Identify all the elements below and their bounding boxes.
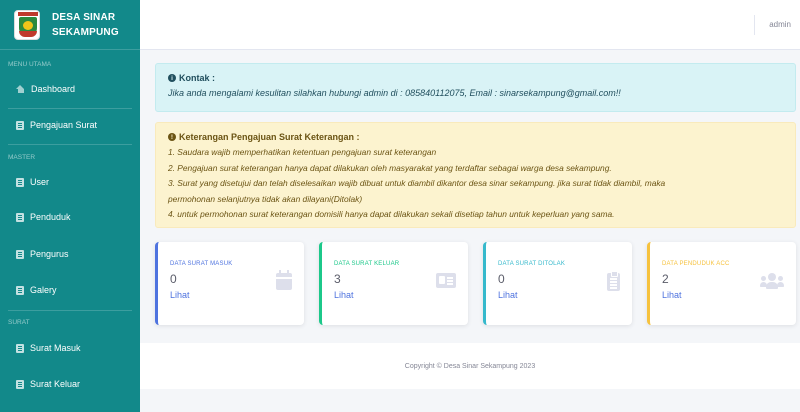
sidebar-divider bbox=[8, 144, 132, 145]
sidebar-item-label: Dashboard bbox=[31, 84, 76, 94]
contact-alert-title: i Kontak : bbox=[168, 73, 783, 83]
sidebar-item-pengajuan-surat[interactable]: Pengajuan Surat bbox=[0, 114, 140, 136]
sidebar-divider bbox=[8, 310, 132, 311]
sidebar: DESA SINAR SEKAMPUNG MENU UTAMA Dashboar… bbox=[0, 0, 140, 412]
sidebar-item-pengurus[interactable]: Pengurus bbox=[0, 243, 140, 265]
user-menu[interactable]: admin bbox=[769, 20, 791, 29]
topbar-divider bbox=[754, 15, 755, 35]
info-alert-line: 2. Pengajuan surat keterangan hanya dapa… bbox=[168, 162, 612, 173]
info-alert-line: permohonan selanjutnya tidak akan dilaya… bbox=[168, 193, 363, 204]
sidebar-item-label: Galery bbox=[30, 285, 57, 295]
sidebar-item-label: Surat Keluar bbox=[30, 379, 81, 389]
card-title: DATA SURAT KELUAR bbox=[334, 261, 400, 267]
sidebar-item-surat-keluar[interactable]: Surat Keluar bbox=[0, 373, 140, 395]
top-navbar: admin bbox=[140, 0, 800, 50]
sidebar-item-surat-masuk[interactable]: Surat Masuk bbox=[0, 337, 140, 359]
sidebar-item-label: User bbox=[30, 177, 50, 187]
card-surat-ditolak: DATA SURAT DITOLAK 0 Lihat bbox=[483, 242, 632, 325]
info-alert-line: 3. Surat yang disetujui dan telah disele… bbox=[168, 178, 666, 189]
info-circle-icon: i bbox=[168, 74, 176, 82]
home-icon bbox=[16, 85, 25, 93]
contact-alert-title-text: Kontak : bbox=[179, 73, 215, 83]
sidebar-item-user[interactable]: User bbox=[0, 171, 140, 193]
document-icon bbox=[16, 249, 24, 259]
footer: Copyright © Desa Sinar Sekampung 2023 bbox=[140, 343, 800, 389]
section-label-menu-utama: MENU UTAMA bbox=[8, 61, 52, 68]
card-title: DATA PENDUDUK ACC bbox=[662, 261, 730, 267]
card-penduduk-acc: DATA PENDUDUK ACC 2 Lihat bbox=[647, 242, 796, 325]
brand-name: DESA SINAR SEKAMPUNG bbox=[52, 10, 119, 40]
sidebar-item-label: Surat Masuk bbox=[30, 343, 81, 353]
card-view-link[interactable]: Lihat bbox=[334, 290, 354, 300]
sidebar-divider bbox=[8, 108, 132, 109]
info-alert: ! Keterangan Pengajuan Surat Keterangan … bbox=[155, 122, 796, 228]
copyright-text: Copyright © Desa Sinar Sekampung 2023 bbox=[404, 362, 536, 370]
village-logo-icon bbox=[14, 9, 40, 40]
sidebar-item-label: Pengurus bbox=[30, 249, 69, 259]
document-icon bbox=[16, 212, 24, 222]
info-alert-line: 4. untuk permohonan surat keterangan dom… bbox=[168, 209, 615, 220]
document-icon bbox=[16, 285, 24, 295]
sidebar-item-label: Pengajuan Surat bbox=[30, 120, 98, 130]
card-title: DATA SURAT MASUK bbox=[170, 261, 233, 267]
sidebar-item-galery[interactable]: Galery bbox=[0, 279, 140, 301]
card-surat-masuk: DATA SURAT MASUK 0 Lihat bbox=[155, 242, 304, 325]
section-label-surat: SURAT bbox=[8, 319, 30, 326]
document-icon bbox=[16, 379, 24, 389]
info-alert-title: ! Keterangan Pengajuan Surat Keterangan … bbox=[168, 132, 783, 142]
card-surat-keluar: DATA SURAT KELUAR 3 Lihat bbox=[319, 242, 468, 325]
card-view-link[interactable]: Lihat bbox=[662, 290, 682, 300]
contact-alert-body: Jika anda mengalami kesulitan silahkan h… bbox=[168, 88, 621, 98]
card-view-link[interactable]: Lihat bbox=[170, 290, 190, 300]
id-card-icon bbox=[436, 273, 456, 288]
document-icon bbox=[16, 177, 24, 187]
calendar-icon bbox=[276, 270, 292, 290]
card-view-link[interactable]: Lihat bbox=[498, 290, 518, 300]
exclamation-circle-icon: ! bbox=[168, 133, 176, 141]
document-icon bbox=[16, 343, 24, 353]
contact-alert: i Kontak : Jika anda mengalami kesulitan… bbox=[155, 63, 796, 112]
sidebar-item-label: Penduduk bbox=[30, 212, 71, 222]
info-alert-line: 1. Saudara wajib memperhatikan ketentuan… bbox=[168, 147, 437, 157]
brand[interactable]: DESA SINAR SEKAMPUNG bbox=[0, 0, 140, 50]
sidebar-item-penduduk[interactable]: Penduduk bbox=[0, 206, 140, 228]
sidebar-item-dashboard[interactable]: Dashboard bbox=[0, 78, 140, 100]
brand-line-2: SEKAMPUNG bbox=[52, 26, 119, 38]
info-alert-title-text: Keterangan Pengajuan Surat Keterangan : bbox=[179, 132, 360, 142]
brand-line-1: DESA SINAR bbox=[52, 11, 116, 23]
document-icon bbox=[16, 120, 24, 130]
clipboard-icon bbox=[607, 271, 620, 291]
card-title: DATA SURAT DITOLAK bbox=[498, 261, 566, 267]
users-icon bbox=[760, 273, 784, 289]
section-label-master: MASTER bbox=[8, 154, 36, 161]
